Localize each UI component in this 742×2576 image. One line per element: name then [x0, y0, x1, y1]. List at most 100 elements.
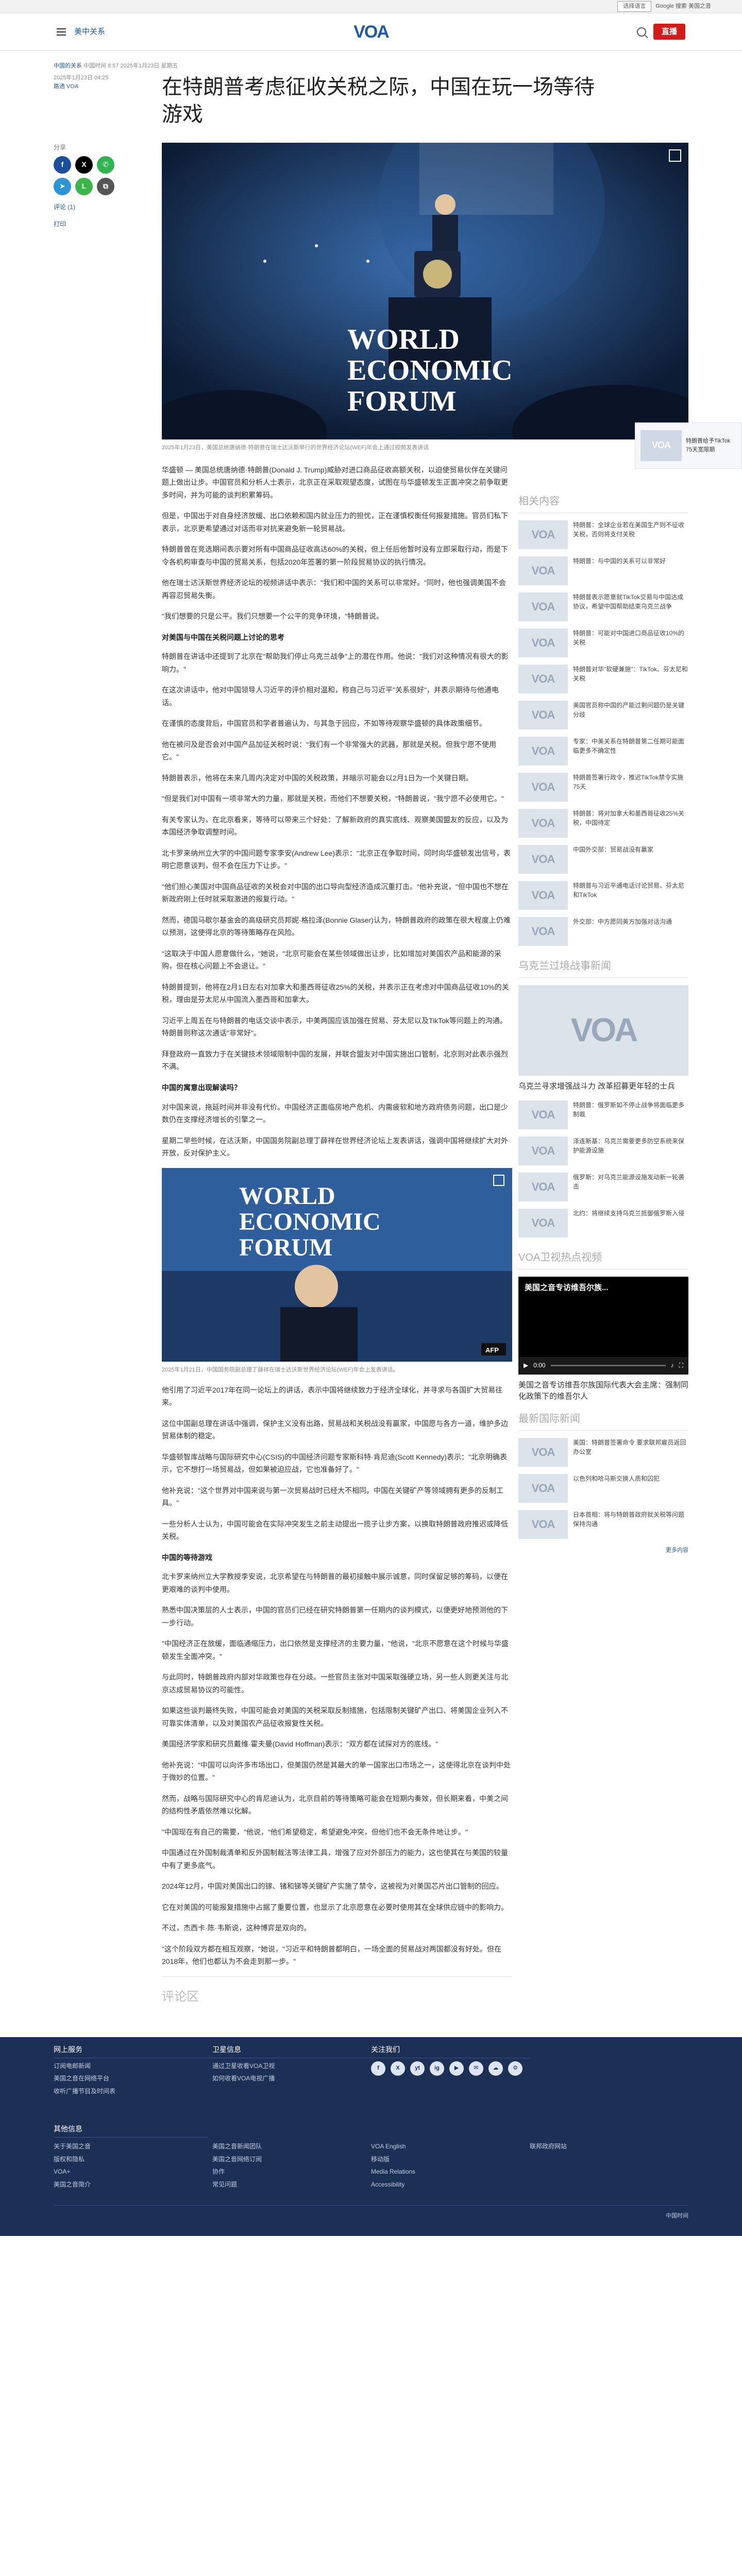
sticky-promo[interactable]: VOA 特朗普给予TikTok 75天宽限期	[635, 422, 742, 469]
article-category[interactable]: 中国的关系	[54, 63, 82, 69]
focus-list: VOA 特朗普：俄罗斯如不停止战争将面临更多制裁 VOA 泽连斯基：乌克兰需要更多防空…	[518, 1100, 688, 1238]
article-paragraph: 特朗普表示，他将在未来几周内决定对中国的关税政策，并暗示可能会以2月1日为一个关…	[162, 773, 473, 782]
video-progress[interactable]	[550, 1365, 666, 1367]
hero-caption: 2025年1月23日，美国总统唐纳德·特朗普在瑞士达沃斯举行的世界经济论坛(WE…	[162, 444, 429, 451]
footer-link[interactable]: Accessibility	[371, 2180, 530, 2190]
copy-link-icon[interactable]: ⧉	[97, 178, 114, 196]
footer-link[interactable]: 常见问题	[212, 2180, 371, 2190]
line-icon[interactable]: L	[75, 178, 93, 196]
article-paragraph: 如果这些谈判最终失败，中国可能会对美国的关税采取反制措施，包括限制关键矿产出口、…	[162, 1706, 508, 1727]
footer-other-links: 关于美国之音 美国之音新闻团队 VOA English 联邦政府网站 版权和隐私 美国之音…	[54, 2142, 688, 2189]
sidebar-item[interactable]: VOA 特朗普：俄罗斯如不停止战争将面临更多制裁	[518, 1100, 688, 1129]
live-button[interactable]: 直播	[653, 23, 685, 40]
subhead-2: 中国的寓意出现解读吗？	[162, 1083, 241, 1092]
footer-link[interactable]: Media Relations	[371, 2167, 530, 2177]
footer-link[interactable]: 版权和隐私	[54, 2155, 212, 2164]
sidebar-item-title: 特朗普表示愿意就TikTok交易与中国达成协议，希望中国帮助结束乌克兰战争	[573, 594, 684, 610]
social-icon[interactable]: X	[391, 2061, 405, 2076]
print-link[interactable]: 打印	[54, 219, 162, 229]
sidebar-item[interactable]: VOA 特朗普签署行政令，推迟TikTok禁令实施75天	[518, 773, 688, 802]
sidebar-item[interactable]: VOA 美国官员称中国的产能过剩问题仍是关键分歧	[518, 701, 688, 730]
social-icon[interactable]: ig	[430, 2061, 444, 2076]
sidebar: 相关内容 VOA 特朗普：全球企业若在美国生产则不征收关税，否则将支付关税 VOA 特…	[518, 494, 688, 1555]
footer-link[interactable]	[530, 2155, 688, 2164]
share-column: 分享 f X ✆ ➤ L ⧉ 评论 (1) 打印	[54, 143, 162, 2006]
sidebar-item-title: 特朗普：将对加拿大和墨西哥征收25%关税，中国待定	[573, 810, 685, 826]
article-author[interactable]: 路透 VOA	[54, 82, 162, 91]
footer-link[interactable]: VOA English	[371, 2142, 530, 2151]
sidebar-item[interactable]: VOA 特朗普：全球企业若在美国生产则不征收关税，否则将支付关税	[518, 520, 688, 549]
footer-link[interactable]: 联邦政府网站	[530, 2142, 688, 2151]
article-paragraph: 不过，杰西卡·陈·韦斯说，这种博弈是双向的。	[162, 1924, 311, 1933]
section-link[interactable]: 美中关系	[74, 26, 105, 38]
sidebar-item[interactable]: VOA 以色列和哈马斯交换人质和囚犯	[518, 1474, 688, 1503]
footer-link[interactable]: 协作	[212, 2167, 371, 2177]
sidebar-item[interactable]: VOA 特朗普：将对加拿大和墨西哥征收25%关税，中国待定	[518, 809, 688, 838]
footer-link[interactable]: 美国之音简介	[54, 2180, 212, 2190]
article-paragraph: 他补充说："这个世界对中国来说与第一次贸易战时已经大不相同。中国在关键矿产等领域…	[162, 1486, 503, 1507]
sidebar-item[interactable]: VOA 特朗普与习近平通电话讨论贸易、芬太尼和TikTok	[518, 881, 688, 910]
social-icon[interactable]: ▶	[449, 2061, 464, 2076]
social-icon[interactable]: yt	[410, 2061, 425, 2076]
more-link[interactable]: 更多内容	[518, 1546, 688, 1555]
footer-link[interactable]: 移动版	[371, 2155, 530, 2164]
focus-image[interactable]: VOA	[518, 985, 688, 1076]
search-hint[interactable]: Google 搜索 美国之音	[655, 2, 711, 11]
play-icon[interactable]: ▶	[524, 1361, 528, 1370]
sidebar-item[interactable]: VOA 美国：特朗普签署命令 要求联邦雇员返回办公室	[518, 1438, 688, 1467]
article-paragraph: "这取决于中国人愿意做什么，"她说，"北京可能会在某些领域做出让步，比如增加对美…	[162, 949, 501, 971]
footer-link[interactable]	[530, 2167, 688, 2177]
social-icon[interactable]: ⚙	[508, 2061, 522, 2076]
social-icon[interactable]: ☁	[488, 2061, 503, 2076]
sidebar-item[interactable]: VOA 日本首相：将与特朗普政府就关税等问题保持沟通	[518, 1510, 688, 1539]
sidebar-thumb: VOA	[518, 737, 568, 766]
sidebar-item[interactable]: VOA 特朗普：与中国的关系可以非常好	[518, 556, 688, 585]
footer-link[interactable]: 如何收看VOA电视广播	[212, 2074, 371, 2083]
footer-link[interactable]: 美国之音新闻团队	[212, 2142, 371, 2151]
search-icon[interactable]	[636, 27, 646, 37]
footer-link[interactable]: VOA+	[54, 2167, 212, 2177]
social-icon[interactable]: ✉	[469, 2061, 483, 2076]
voa-logo[interactable]: VOA	[346, 21, 396, 43]
sidebar-item-title: 以色列和哈马斯交换人质和囚犯	[573, 1475, 660, 1483]
video-fullscreen-icon[interactable]: ⛶	[679, 1361, 683, 1370]
article-paragraph: 它在对美国的可能报复措施中占据了重要位置，也显示了北京愿意在必要时使用其在全球供…	[162, 1903, 508, 1911]
sidebar-item-title: 泽连斯基：乌克兰需要更多防空系统来保护能源设施	[573, 1137, 685, 1154]
sidebar-thumb: VOA	[518, 845, 568, 874]
volume-icon[interactable]: ♪	[671, 1361, 674, 1370]
footer-link[interactable]: 关于美国之音	[54, 2142, 212, 2151]
article-paragraph: "但是我们对中国有一项非常大的力量，那就是关税，而他们不想要关税，"特朗普说，"…	[162, 794, 504, 803]
sidebar-thumb: VOA	[518, 917, 568, 946]
footer-link[interactable]: 通过卫星收看VOA卫视	[212, 2061, 371, 2071]
social-icon[interactable]: f	[371, 2061, 385, 2076]
share-label: 分享	[54, 143, 66, 151]
x-icon[interactable]: X	[75, 156, 93, 174]
whatsapp-icon[interactable]: ✆	[97, 156, 114, 174]
sidebar-item[interactable]: VOA 特朗普表示愿意就TikTok交易与中国达成协议，希望中国帮助结束乌克兰战争	[518, 592, 688, 621]
article-paragraph: 特朗普提到，他将在2月1日左右对加拿大和墨西哥征收25%的关税，并表示正在考虑对…	[162, 982, 509, 1004]
paragraph-group-c: "但是我们对中国有一项非常大的力量，那就是关税，而他们不想要关税，"特朗普说，"…	[162, 792, 512, 1073]
comments-link[interactable]: 评论 (1)	[54, 202, 162, 212]
footer-link[interactable]: 美国之音网络订阅	[212, 2155, 371, 2164]
sidebar-item[interactable]: VOA 泽连斯基：乌克兰需要更多防空系统来保护能源设施	[518, 1136, 688, 1165]
sidebar-item[interactable]: VOA 特朗普对华"软硬兼施"：TikTok、芬太尼和关税	[518, 665, 688, 693]
video-title[interactable]: 美国之音专访维吾尔族国际代表大会主席：强制同化政策下的维吾尔人	[518, 1380, 688, 1402]
menu-icon[interactable]	[57, 28, 66, 36]
article-title: 在特朗普考虑征收关税之际，中国在玩一场等待游戏	[162, 76, 595, 126]
telegram-icon[interactable]: ➤	[54, 178, 71, 196]
facebook-icon[interactable]: f	[54, 156, 71, 174]
footer-link[interactable]: 美国之音在网络平台	[54, 2074, 212, 2083]
focus-title[interactable]: 乌克兰寻求增强战斗力 改革招募更年轻的士兵	[518, 1081, 688, 1092]
language-select[interactable]: 选择语言	[617, 1, 652, 12]
sidebar-item[interactable]: VOA 中国外交部：贸易战没有赢家	[518, 845, 688, 874]
sidebar-item[interactable]: VOA 俄罗斯：对乌克兰能源设施发动新一轮袭击	[518, 1172, 688, 1201]
sidebar-item[interactable]: VOA 外交部：中方愿同美方加强对话沟通	[518, 917, 688, 946]
footer-link[interactable]: 收听广播节目及时间表	[54, 2087, 212, 2096]
video-player[interactable]: 美国之音专访维吾尔族... ▶ 0:00 ♪ ⛶	[518, 1276, 688, 1375]
footer-link[interactable]: 订阅电邮新闻	[54, 2061, 212, 2071]
sidebar-item[interactable]: VOA 专家：中美关系在特朗普第二任期可能面临更多不确定性	[518, 737, 688, 766]
sidebar-item[interactable]: VOA 北约：将继续支持乌克兰抵御俄罗斯入侵	[518, 1208, 688, 1238]
article-paragraph: "中国现在有自己的需要，"他说，"他们希望稳定，希望避免冲突，但他们也不会无条件…	[162, 1827, 468, 1836]
footer-link[interactable]	[530, 2180, 688, 2190]
sidebar-item[interactable]: VOA 特朗普：可能对中国进口商品征收10%的关税	[518, 629, 688, 657]
